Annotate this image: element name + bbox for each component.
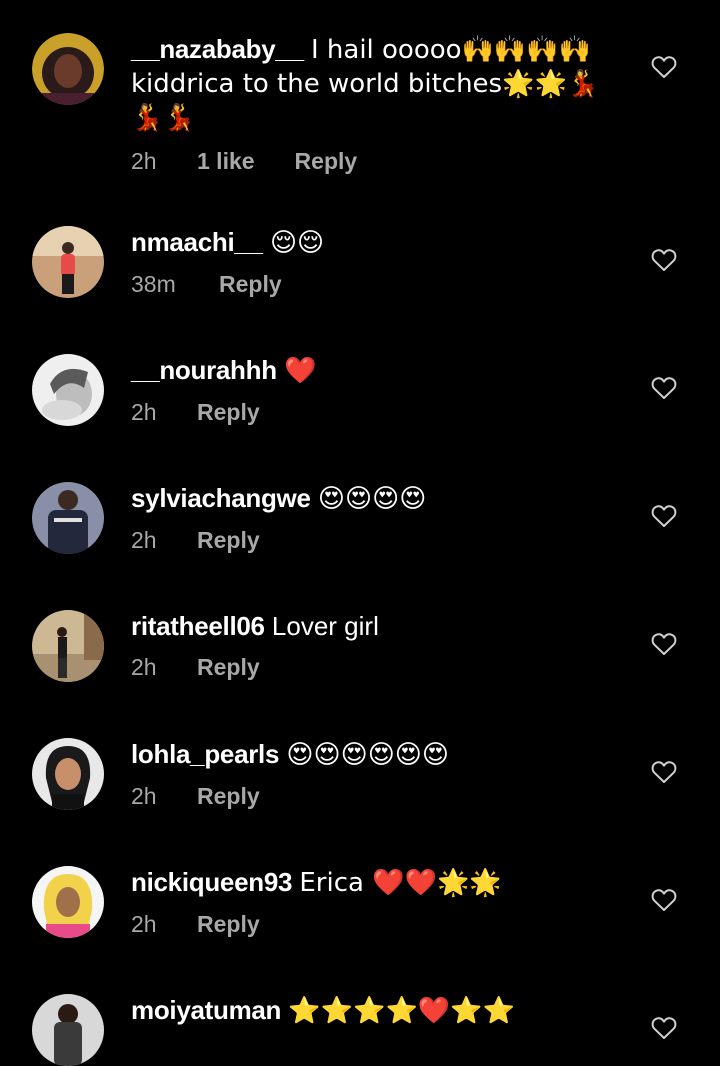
reply-button[interactable]: Reply: [295, 147, 358, 175]
comment-username[interactable]: __nazababy__: [131, 34, 304, 64]
comment-text-line: ritatheell06 Lover girl: [131, 610, 631, 643]
avatar[interactable]: [32, 994, 104, 1066]
heart-outline-icon[interactable]: [651, 888, 677, 912]
comment-meta: 2h Reply: [131, 782, 631, 810]
comment-meta: 38m Reply: [131, 270, 631, 298]
heart-outline-icon[interactable]: [651, 632, 677, 656]
avatar[interactable]: [32, 226, 104, 298]
comment-text-line: nmaachi__ 😌😌: [131, 226, 631, 260]
comment-meta: 2h Reply: [131, 910, 631, 938]
comment-text-line: __nourahhh ❤️: [131, 354, 631, 388]
comment-content: __nourahhh ❤️ 2h Reply: [131, 354, 631, 426]
comment-time: 2h: [131, 654, 157, 680]
comment-body: Erica ❤️❤️🌟🌟: [299, 868, 502, 898]
reply-button[interactable]: Reply: [197, 782, 260, 810]
reply-button[interactable]: Reply: [197, 398, 260, 426]
avatar[interactable]: [32, 866, 104, 938]
reply-button[interactable]: Reply: [197, 910, 260, 938]
comment-body: 😌😌: [269, 228, 325, 258]
heart-outline-icon[interactable]: [651, 248, 677, 272]
comment-text-line: nickiqueen93 Erica ❤️❤️🌟🌟: [131, 866, 631, 900]
comment-text-line: __nazababy__ I hail ooooo🙌🙌🙌🙌 kiddrica t…: [131, 33, 631, 135]
heart-outline-icon[interactable]: [651, 55, 677, 79]
comment-time: 2h: [131, 148, 157, 174]
comment-likes[interactable]: 1 like: [197, 147, 255, 175]
comment-content: ritatheell06 Lover girl 2h Reply: [131, 610, 631, 681]
comment-username[interactable]: nickiqueen93: [131, 867, 292, 897]
comment-username[interactable]: ritatheell06: [131, 611, 265, 641]
heart-outline-icon[interactable]: [651, 504, 677, 528]
comment-body: Lover girl: [271, 611, 379, 641]
comment-content: __nazababy__ I hail ooooo🙌🙌🙌🙌 kiddrica t…: [131, 33, 631, 175]
reply-button[interactable]: Reply: [197, 653, 260, 681]
comment-meta: 2h Reply: [131, 526, 631, 554]
avatar[interactable]: [32, 33, 104, 105]
comment-content: nmaachi__ 😌😌 38m Reply: [131, 226, 631, 298]
comment-body: ❤️: [284, 356, 317, 386]
heart-outline-icon[interactable]: [651, 760, 677, 784]
reply-button[interactable]: Reply: [197, 526, 260, 554]
heart-outline-icon[interactable]: [651, 1016, 677, 1040]
avatar[interactable]: [32, 354, 104, 426]
heart-outline-icon[interactable]: [651, 376, 677, 400]
comment-time: 2h: [131, 527, 157, 553]
comment-meta: 2h 1 like Reply: [131, 147, 631, 175]
avatar[interactable]: [32, 482, 104, 554]
comment-content: lohla_pearls 😍😍😍😍😍😍 2h Reply: [131, 738, 631, 810]
comment-content: moiyatuman ⭐⭐⭐⭐❤️⭐⭐: [131, 994, 631, 1028]
reply-button[interactable]: Reply: [219, 270, 282, 298]
avatar[interactable]: [32, 610, 104, 682]
comment-body: 😍😍😍😍: [317, 484, 427, 514]
comment-content: sylviachangwe 😍😍😍😍 2h Reply: [131, 482, 631, 554]
comment-text-line: sylviachangwe 😍😍😍😍: [131, 482, 631, 516]
comment-text-line: lohla_pearls 😍😍😍😍😍😍: [131, 738, 631, 772]
comment-time: 2h: [131, 783, 157, 809]
comment-body: 😍😍😍😍😍😍: [286, 740, 450, 770]
comment-username[interactable]: lohla_pearls: [131, 739, 279, 769]
comment-content: nickiqueen93 Erica ❤️❤️🌟🌟 2h Reply: [131, 866, 631, 938]
comment-username[interactable]: nmaachi__: [131, 227, 263, 257]
comment-body: ⭐⭐⭐⭐❤️⭐⭐: [288, 996, 516, 1026]
avatar[interactable]: [32, 738, 104, 810]
comment-time: 2h: [131, 399, 157, 425]
comment-meta: 2h Reply: [131, 398, 631, 426]
comment-username[interactable]: sylviachangwe: [131, 483, 311, 513]
comment-username[interactable]: moiyatuman: [131, 995, 281, 1025]
comment-text-line: moiyatuman ⭐⭐⭐⭐❤️⭐⭐: [131, 994, 631, 1028]
comment-time: 38m: [131, 271, 176, 297]
comment-time: 2h: [131, 911, 157, 937]
comment-username[interactable]: __nourahhh: [131, 355, 277, 385]
comment-meta: 2h Reply: [131, 653, 631, 681]
